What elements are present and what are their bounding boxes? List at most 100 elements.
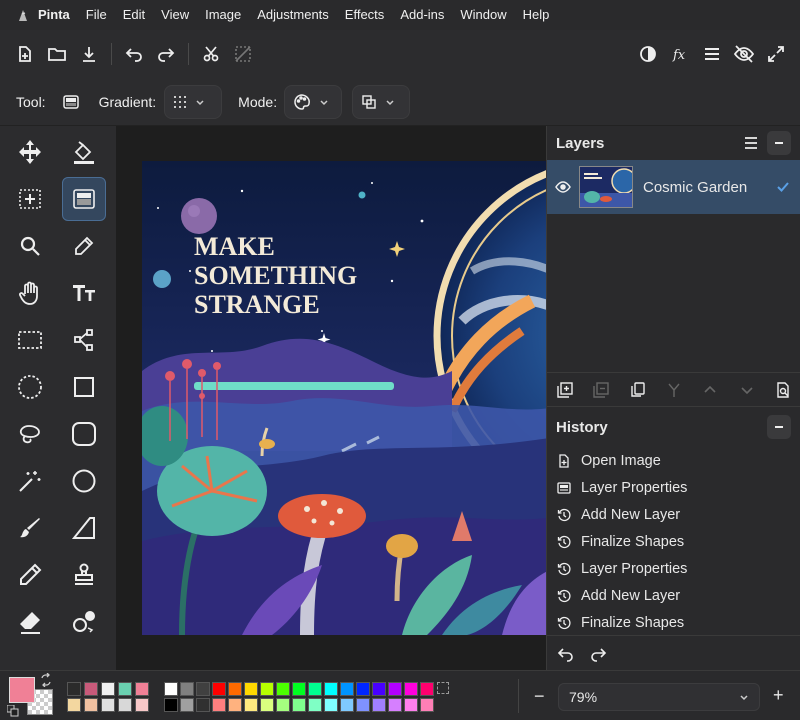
- palette-swatch[interactable]: [388, 682, 402, 696]
- color-mode-dropdown[interactable]: [284, 84, 343, 119]
- redo-button[interactable]: [150, 38, 182, 70]
- pencil-tool[interactable]: [8, 553, 52, 597]
- palette-swatch[interactable]: [356, 698, 370, 712]
- palette-swatch[interactable]: [101, 698, 115, 712]
- delete-layer-icon[interactable]: [593, 381, 610, 398]
- merge-layer-down-icon[interactable]: [666, 382, 682, 398]
- clone-stamp-tool[interactable]: [62, 553, 106, 597]
- ellipse-select-tool[interactable]: [8, 365, 52, 409]
- eraser-tool[interactable]: [8, 600, 52, 644]
- menu-view[interactable]: View: [153, 0, 197, 30]
- save-button[interactable]: [73, 38, 105, 70]
- palette-swatch[interactable]: [135, 682, 149, 696]
- canvas-area[interactable]: MAKE SOMETHING STRANGE: [116, 126, 546, 670]
- palette-swatch[interactable]: [276, 698, 290, 712]
- effects-button[interactable]: fx: [664, 38, 696, 70]
- palette-swatch[interactable]: [340, 682, 354, 696]
- menu-window[interactable]: Window: [452, 0, 514, 30]
- color-picker-tool[interactable]: [62, 224, 106, 268]
- gradient-type-dropdown[interactable]: [164, 84, 223, 119]
- undo-icon[interactable]: [557, 646, 575, 662]
- palette-swatch[interactable]: [340, 698, 354, 712]
- rectangle-tool[interactable]: [62, 365, 106, 409]
- gradient-tool[interactable]: [62, 177, 106, 221]
- palette-swatch[interactable]: [101, 682, 115, 696]
- menu-help[interactable]: Help: [515, 0, 558, 30]
- history-item[interactable]: Finalize Shapes: [547, 609, 800, 636]
- palette-swatch[interactable]: [135, 698, 149, 712]
- palette-swatch[interactable]: [324, 698, 338, 712]
- palette-swatch[interactable]: [84, 698, 98, 712]
- zoom-in-button[interactable]: +: [773, 685, 784, 706]
- menu-edit[interactable]: Edit: [115, 0, 153, 30]
- palette-swatch[interactable]: [164, 698, 178, 712]
- history-item[interactable]: Layer Properties: [547, 474, 800, 501]
- palette-swatch[interactable]: [196, 698, 210, 712]
- palette-swatch[interactable]: [180, 698, 194, 712]
- collapse-layers-button[interactable]: [767, 131, 791, 155]
- layer-row[interactable]: Cosmic Garden: [547, 160, 800, 214]
- layer-properties-icon[interactable]: [775, 381, 791, 398]
- eye-icon[interactable]: [555, 180, 571, 194]
- primary-color-swatch[interactable]: [9, 677, 35, 703]
- palette-swatch[interactable]: [372, 698, 386, 712]
- redo-icon[interactable]: [589, 646, 607, 662]
- add-palette-color-button[interactable]: [437, 682, 449, 694]
- palette-swatch[interactable]: [244, 698, 258, 712]
- duplicate-layer-icon[interactable]: [630, 381, 646, 398]
- main-menu-button[interactable]: [696, 38, 728, 70]
- paint-bucket-tool[interactable]: [62, 130, 106, 174]
- lasso-select-tool[interactable]: [8, 412, 52, 456]
- adjustments-button[interactable]: [632, 38, 664, 70]
- open-button[interactable]: [41, 38, 73, 70]
- history-item[interactable]: Finalize Shapes: [547, 528, 800, 555]
- blend-mode-dropdown[interactable]: [352, 84, 411, 119]
- palette-swatch[interactable]: [228, 682, 242, 696]
- menu-add-ins[interactable]: Add-ins: [392, 0, 452, 30]
- magic-wand-tool[interactable]: [8, 459, 52, 503]
- move-selected-tool[interactable]: [8, 130, 52, 174]
- palette-swatch[interactable]: [260, 698, 274, 712]
- menu-app[interactable]: Pinta: [36, 0, 78, 30]
- palette-swatch[interactable]: [244, 682, 258, 696]
- palette-swatch[interactable]: [228, 698, 242, 712]
- swap-colors-icon[interactable]: [39, 673, 53, 687]
- palette-swatch[interactable]: [356, 682, 370, 696]
- menu-effects[interactable]: Effects: [337, 0, 393, 30]
- move-layer-down-icon[interactable]: [739, 382, 755, 398]
- move-layer-up-icon[interactable]: [702, 382, 718, 398]
- palette-swatch[interactable]: [212, 682, 226, 696]
- line-curve-tool[interactable]: [62, 318, 106, 362]
- palette-swatch[interactable]: [118, 682, 132, 696]
- history-item[interactable]: Layer Properties: [547, 555, 800, 582]
- history-item[interactable]: Open Image: [547, 447, 800, 474]
- zoom-dropdown[interactable]: 79%: [558, 683, 760, 711]
- history-item[interactable]: Add New Layer: [547, 501, 800, 528]
- toggle-visibility-button[interactable]: [728, 38, 760, 70]
- palette-swatch[interactable]: [324, 682, 338, 696]
- rounded-rectangle-tool[interactable]: [62, 412, 106, 456]
- pan-tool[interactable]: [8, 271, 52, 315]
- palette-swatch[interactable]: [196, 682, 210, 696]
- freeform-shape-tool[interactable]: [62, 506, 106, 550]
- palette-swatch[interactable]: [308, 682, 322, 696]
- undo-button[interactable]: [118, 38, 150, 70]
- hamburger-icon[interactable]: [743, 135, 759, 151]
- palette-swatch[interactable]: [292, 698, 306, 712]
- cut-button[interactable]: [195, 38, 227, 70]
- palette-swatch[interactable]: [404, 682, 418, 696]
- palette-swatch[interactable]: [118, 698, 132, 712]
- text-tool[interactable]: [62, 271, 106, 315]
- add-layer-icon[interactable]: [557, 381, 573, 398]
- rectangle-select-tool[interactable]: [8, 318, 52, 362]
- palette-swatch[interactable]: [292, 682, 306, 696]
- recolor-tool[interactable]: [62, 600, 106, 644]
- palette-swatch[interactable]: [372, 682, 386, 696]
- fullscreen-button[interactable]: [760, 38, 792, 70]
- palette-swatch[interactable]: [84, 682, 98, 696]
- canvas-image[interactable]: MAKE SOMETHING STRANGE: [142, 161, 546, 635]
- reset-colors-icon[interactable]: [7, 705, 19, 717]
- ellipse-tool[interactable]: [62, 459, 106, 503]
- palette-swatch[interactable]: [180, 682, 194, 696]
- palette-swatch[interactable]: [212, 698, 226, 712]
